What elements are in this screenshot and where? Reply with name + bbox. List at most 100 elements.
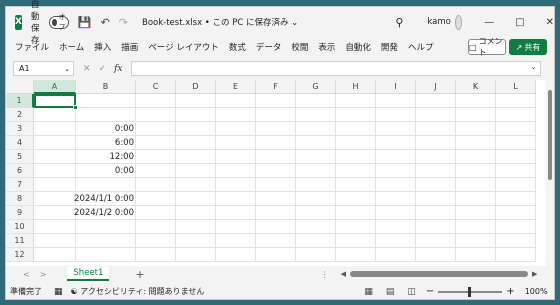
cell-c4[interactable] (136, 136, 176, 150)
cell-h12[interactable] (336, 248, 376, 262)
cell-h4[interactable] (336, 136, 376, 150)
cell-l11[interactable] (496, 234, 536, 248)
search-icon[interactable]: ⚲ (395, 16, 403, 29)
cell-k6[interactable] (456, 164, 496, 178)
cell-h6[interactable] (336, 164, 376, 178)
more-options-icon[interactable]: ⋮ (321, 270, 329, 279)
cell-k5[interactable] (456, 150, 496, 164)
cell-e7[interactable] (216, 178, 256, 192)
cell-c9[interactable] (136, 206, 176, 220)
cell-h3[interactable] (336, 122, 376, 136)
column-header-e[interactable]: E (216, 80, 256, 94)
cell-g2[interactable] (296, 108, 336, 122)
cell-g6[interactable] (296, 164, 336, 178)
column-header-g[interactable]: G (296, 80, 336, 94)
cell-c3[interactable] (136, 122, 176, 136)
cell-k2[interactable] (456, 108, 496, 122)
cell-a10[interactable] (34, 220, 76, 234)
menu-home[interactable]: ホーム (59, 41, 84, 53)
fill-handle[interactable] (73, 105, 78, 110)
sheet-tab[interactable]: Sheet1 (67, 267, 110, 281)
cell-g8[interactable] (296, 192, 336, 206)
share-button[interactable]: ↗ 共有 (509, 39, 547, 55)
chevron-down-icon[interactable]: ⌄ (64, 65, 70, 73)
cell-h8[interactable] (336, 192, 376, 206)
cell-g7[interactable] (296, 178, 336, 192)
column-header-l[interactable]: L (496, 80, 536, 94)
menu-developer[interactable]: 開発 (381, 41, 398, 53)
cell-j4[interactable] (416, 136, 456, 150)
cell-c12[interactable] (136, 248, 176, 262)
column-header-h[interactable]: H (336, 80, 376, 94)
cell-k3[interactable] (456, 122, 496, 136)
cell-f1[interactable] (256, 94, 296, 108)
cell-g1[interactable] (296, 94, 336, 108)
cell-c8[interactable] (136, 192, 176, 206)
check-icon[interactable]: ✓ (99, 64, 107, 74)
cell-c10[interactable] (136, 220, 176, 234)
minimize-icon[interactable]: — (484, 17, 494, 28)
comment-button[interactable]: □ コメント (468, 37, 506, 57)
cell-f7[interactable] (256, 178, 296, 192)
cell-d8[interactable] (176, 192, 216, 206)
cell-b5[interactable]: 12:00 (76, 150, 136, 164)
vertical-scrollbar[interactable] (546, 80, 554, 266)
cell-e11[interactable] (216, 234, 256, 248)
row-header-6[interactable]: 6 (6, 164, 34, 178)
add-sheet-icon[interactable]: + (135, 268, 144, 281)
cell-f11[interactable] (256, 234, 296, 248)
scroll-right-icon[interactable]: ▶ (532, 270, 537, 278)
menu-review[interactable]: 校閲 (291, 41, 308, 53)
cell-e2[interactable] (216, 108, 256, 122)
cell-l10[interactable] (496, 220, 536, 234)
cell-f5[interactable] (256, 150, 296, 164)
redo-icon[interactable]: ↷ (119, 16, 128, 29)
cell-b2[interactable] (76, 108, 136, 122)
expand-formula-icon[interactable]: ⌄ (531, 63, 537, 71)
menu-help[interactable]: ヘルプ (408, 41, 434, 53)
cell-i10[interactable] (376, 220, 416, 234)
cell-d1[interactable] (176, 94, 216, 108)
cell-c6[interactable] (136, 164, 176, 178)
cell-i4[interactable] (376, 136, 416, 150)
row-header-7[interactable]: 7 (6, 178, 34, 192)
cell-j12[interactable] (416, 248, 456, 262)
cell-e1[interactable] (216, 94, 256, 108)
cell-k1[interactable] (456, 94, 496, 108)
column-header-f[interactable]: F (256, 80, 296, 94)
insert-function-icon[interactable]: fx (114, 64, 122, 74)
cell-e8[interactable] (216, 192, 256, 206)
cell-f12[interactable] (256, 248, 296, 262)
cell-d6[interactable] (176, 164, 216, 178)
cell-b9[interactable]: 2024/1/2 0:00 (74, 206, 136, 220)
cell-d3[interactable] (176, 122, 216, 136)
cell-g9[interactable] (296, 206, 336, 220)
column-header-c[interactable]: C (136, 80, 176, 94)
cell-h1[interactable] (336, 94, 376, 108)
cell-i11[interactable] (376, 234, 416, 248)
column-header-i[interactable]: I (376, 80, 416, 94)
name-box[interactable]: A1 ⌄ (13, 61, 74, 76)
zoom-slider-knob[interactable] (468, 286, 472, 297)
cell-a11[interactable] (34, 234, 76, 248)
cell-b3[interactable]: 0:00 (76, 122, 136, 136)
cell-l2[interactable] (496, 108, 536, 122)
cell-j8[interactable] (416, 192, 456, 206)
cell-d11[interactable] (176, 234, 216, 248)
cell-d10[interactable] (176, 220, 216, 234)
spreadsheet-grid[interactable]: A B C D E F G H I J K L 1 2 3 0:00 4 6:00 5 12:00 6 0:00 7 8 202… (6, 80, 554, 266)
menu-formulas[interactable]: 数式 (229, 41, 246, 53)
cell-a9[interactable] (34, 206, 76, 220)
page-break-view-icon[interactable]: ◫ (407, 287, 416, 297)
cell-k4[interactable] (456, 136, 496, 150)
cell-d7[interactable] (176, 178, 216, 192)
menu-view[interactable]: 表示 (318, 41, 335, 53)
cell-f9[interactable] (256, 206, 296, 220)
row-header-12[interactable]: 12 (6, 248, 34, 262)
cell-j6[interactable] (416, 164, 456, 178)
cell-j7[interactable] (416, 178, 456, 192)
cell-k8[interactable] (456, 192, 496, 206)
cell-f6[interactable] (256, 164, 296, 178)
cell-i3[interactable] (376, 122, 416, 136)
cell-l8[interactable] (496, 192, 536, 206)
